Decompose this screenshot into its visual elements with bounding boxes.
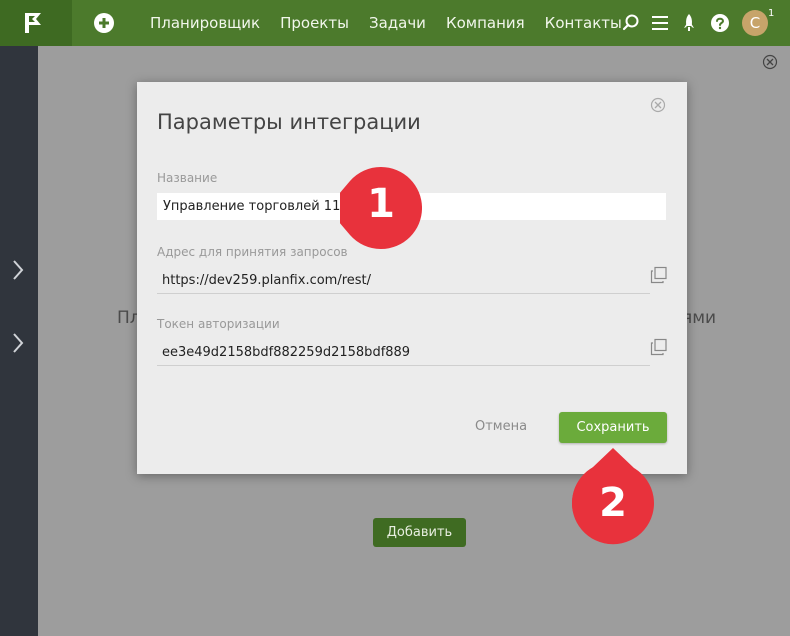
chevron-right-icon[interactable] (10, 331, 26, 355)
nav-item-company[interactable]: Компания (446, 14, 525, 32)
url-field[interactable]: https://dev259.planfix.com/rest/ (157, 267, 650, 294)
rocket-icon[interactable] (681, 13, 697, 33)
add-new-icon[interactable] (92, 11, 116, 35)
nav-item-projects[interactable]: Проекты (280, 14, 349, 32)
search-icon[interactable] (621, 13, 641, 33)
logo[interactable] (0, 0, 72, 46)
cancel-button[interactable]: Отмена (475, 419, 527, 434)
nav-item-contacts[interactable]: Контакты (545, 14, 622, 32)
main-nav: Планировщик Проекты Задачи Компания Конт… (150, 0, 622, 46)
chevron-right-icon[interactable] (10, 258, 26, 282)
copy-icon[interactable] (650, 266, 668, 284)
integration-settings-dialog: Параметры интеграции Название Управление… (137, 82, 687, 474)
left-sidebar (0, 46, 38, 636)
marker-number: 2 (599, 480, 627, 526)
name-label: Название (157, 171, 218, 185)
token-field[interactable]: ee3e49d2158bdf882259d2158bdf889 (157, 339, 650, 366)
notification-badge: 1 (768, 8, 775, 19)
menu-icon[interactable] (651, 13, 669, 33)
token-label: Токен авторизации (157, 317, 280, 331)
copy-icon[interactable] (650, 338, 668, 356)
dialog-title: Параметры интеграции (157, 110, 421, 134)
save-button[interactable]: Сохранить (559, 412, 667, 443)
top-navigation-bar: Планировщик Проекты Задачи Компания Конт… (0, 0, 790, 46)
nav-item-tasks[interactable]: Задачи (369, 14, 426, 32)
url-label: Адрес для принятия запросов (157, 245, 348, 259)
annotation-marker-1: 1 (340, 167, 422, 249)
close-panel-icon[interactable] (762, 54, 778, 70)
help-icon[interactable] (710, 13, 730, 33)
background-text-fragment: ями (682, 308, 717, 328)
close-icon[interactable] (650, 97, 666, 113)
nav-item-planner[interactable]: Планировщик (150, 14, 260, 32)
marker-number: 1 (367, 181, 395, 227)
add-button[interactable]: Добавить (373, 518, 466, 547)
user-avatar[interactable]: С (742, 10, 768, 36)
annotation-marker-2: 2 (571, 448, 654, 545)
flag-logo-icon (25, 13, 41, 33)
